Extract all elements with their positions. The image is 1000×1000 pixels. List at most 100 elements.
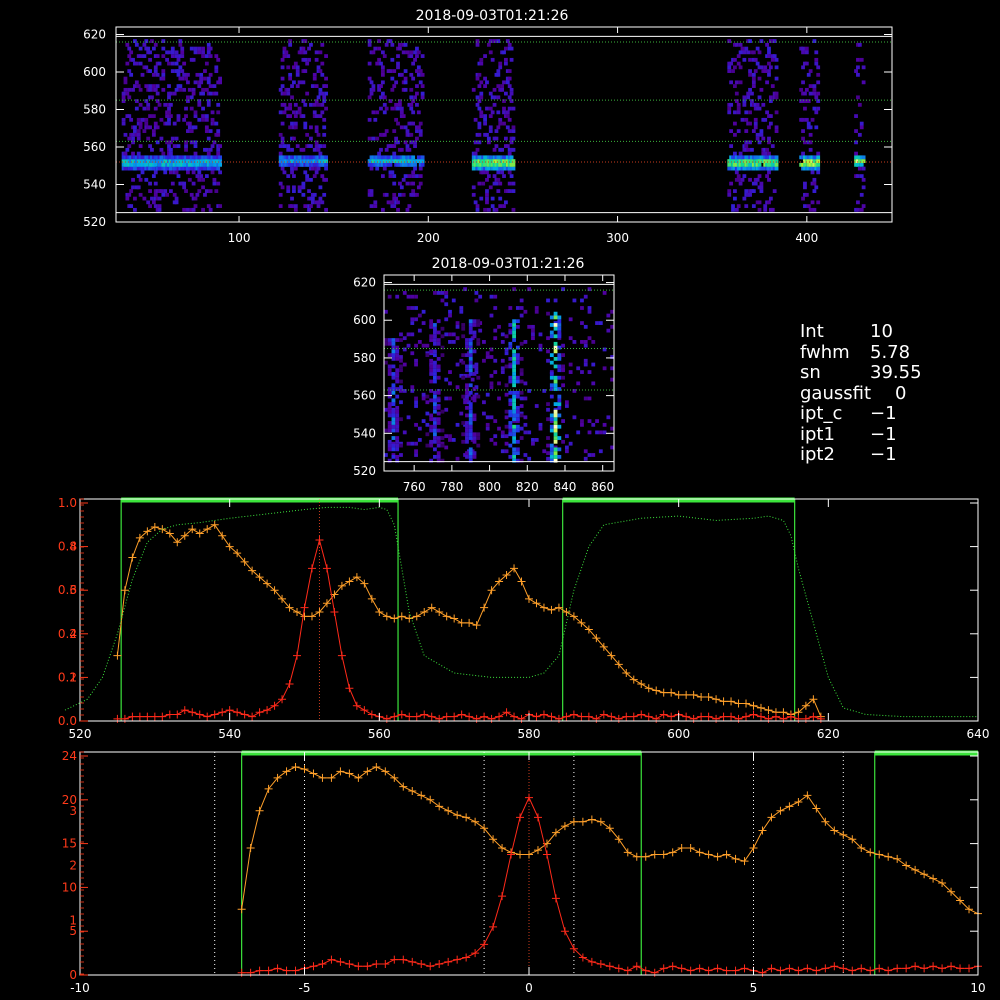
heatmap-cell (459, 411, 464, 416)
heatmap-cell (504, 334, 509, 339)
heatmap-cell (515, 447, 520, 452)
heatmap-cell (186, 207, 190, 212)
heatmap-cell (483, 114, 487, 118)
heatmap-cell (509, 91, 514, 96)
heatmap-cell (136, 151, 141, 156)
heatmap-cell (303, 204, 308, 208)
heatmap-cell (492, 147, 497, 152)
heatmap-cell (729, 80, 734, 85)
heatmap-cell (580, 340, 584, 344)
heatmap-cell (403, 174, 408, 178)
heatmap-cell (436, 291, 441, 295)
y-tick-label: 0 (69, 968, 77, 982)
heatmap-cell (504, 383, 509, 388)
heatmap-cell (602, 430, 607, 435)
heatmap-cell (497, 396, 501, 401)
heatmap-cell (512, 409, 516, 414)
heatmap-cell (485, 189, 489, 193)
heatmap-cell (856, 72, 860, 77)
heatmap-cell (142, 129, 147, 133)
heatmap-cell (814, 57, 819, 62)
heatmap-cell (406, 343, 411, 348)
heatmap-cell (803, 204, 807, 208)
heatmap-cell (178, 84, 183, 88)
heatmap-cell (546, 298, 550, 303)
heatmap-cell (309, 177, 313, 182)
heatmap-cell (472, 349, 477, 354)
heatmap-cell (184, 144, 188, 148)
heatmap-cell (553, 432, 558, 437)
heatmap-cell (493, 358, 498, 363)
heatmap-cell (280, 65, 285, 70)
heatmap-cell (512, 428, 516, 433)
heatmap-cell (413, 162, 417, 167)
heatmap-cell (549, 387, 554, 391)
fit-param-row: fwhm 5.78 (800, 342, 922, 364)
heatmap-cell (553, 379, 558, 384)
heatmap-cell (602, 422, 607, 427)
x-tick-label: 760 (403, 480, 426, 494)
y-tick-label: 580 (353, 351, 376, 365)
y-tick-label: 600 (353, 313, 376, 327)
heatmap-cell (182, 61, 187, 66)
heatmap-cell (288, 102, 293, 107)
heatmap-cell (292, 80, 296, 85)
heatmap-cell (733, 84, 737, 88)
heatmap-cell (808, 69, 813, 73)
heatmap-cell (170, 155, 175, 160)
heatmap-cell (206, 50, 211, 55)
heatmap-cell (392, 192, 397, 197)
heatmap-cell (392, 129, 397, 133)
heatmap-cell (504, 136, 508, 141)
heatmap-cell (857, 166, 862, 171)
heatmap-cell (527, 287, 532, 292)
heatmap-cell (278, 192, 283, 197)
heatmap-cell (498, 196, 503, 201)
heatmap-cell (538, 332, 543, 337)
heatmap-cell (727, 39, 732, 43)
heatmap-cell (433, 338, 437, 342)
heatmap-cell (468, 364, 473, 369)
heatmap-cell (481, 170, 486, 175)
heatmap-cell (167, 117, 171, 122)
heatmap-cell (405, 207, 410, 212)
heatmap-cell (416, 65, 421, 70)
heatmap-cell (429, 364, 434, 369)
heatmap-cell (553, 341, 558, 346)
heatmap-cell (753, 57, 758, 62)
heatmap-cell (804, 117, 809, 122)
heatmap-cell (436, 428, 441, 433)
heatmap-cell (500, 332, 505, 337)
heatmap-cell (384, 453, 388, 457)
heatmap-cell (587, 336, 592, 341)
heatmap-cell (471, 166, 476, 171)
heatmap-cell (391, 398, 396, 403)
heatmap-cell (553, 421, 558, 425)
heatmap-cell (468, 402, 473, 407)
heatmap-cell (472, 432, 477, 437)
heatmap-cell (168, 170, 173, 175)
heatmap-cell (587, 370, 592, 374)
heatmap-cell (515, 353, 520, 358)
heatmap-cell (417, 328, 422, 333)
heatmap-cell (371, 136, 376, 141)
heatmap-cell (486, 42, 491, 47)
heatmap-cell (151, 129, 156, 133)
fit-param-value: 39.55 (870, 362, 922, 383)
heatmap-cell (508, 432, 513, 437)
heatmap-cell (303, 170, 308, 175)
heatmap-cell (388, 174, 393, 178)
heatmap-cell (472, 398, 477, 403)
heatmap-cell (212, 181, 217, 186)
heatmap-cell (485, 192, 489, 197)
heatmap-cell (402, 430, 407, 435)
heatmap-cell (148, 69, 152, 73)
heatmap-cell (391, 375, 396, 380)
heatmap-cell (767, 136, 771, 141)
heatmap-cell (280, 84, 285, 88)
heatmap-cell (508, 330, 513, 335)
heatmap-cell (508, 413, 513, 418)
heatmap-cell (170, 54, 175, 58)
heatmap-cell (387, 447, 392, 452)
heatmap-cell (153, 170, 158, 175)
